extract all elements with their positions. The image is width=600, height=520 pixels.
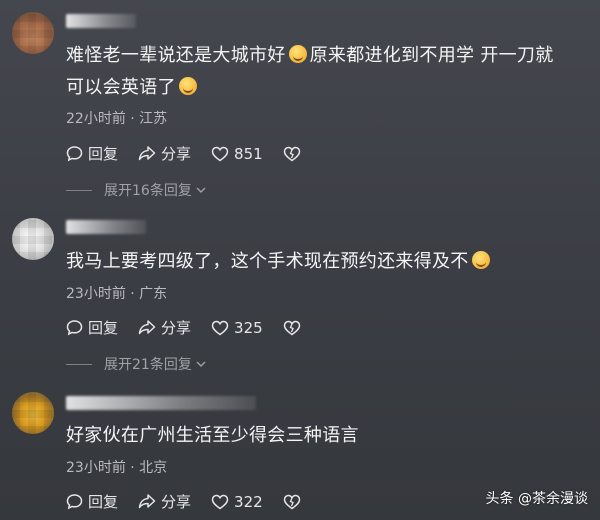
- expand-replies[interactable]: 展开21条回复: [66, 354, 207, 374]
- share-icon: [138, 494, 156, 509]
- dislike-button[interactable]: [283, 146, 306, 162]
- like-button[interactable]: 322: [211, 493, 263, 511]
- comment-meta: 22小时前 · 江苏: [66, 111, 168, 127]
- heart-icon: [211, 146, 229, 161]
- like-count: 325: [234, 318, 263, 337]
- emoji-icon: [288, 45, 307, 63]
- like-count: 322: [234, 492, 263, 511]
- username-blurred[interactable]: [66, 14, 136, 28]
- like-button[interactable]: 325: [211, 319, 263, 337]
- reply-icon: [66, 146, 83, 162]
- username-blurred[interactable]: [66, 220, 146, 234]
- comment-meta: 23小时前 · 广东: [66, 286, 168, 302]
- comment-text: 我马上要考四级了，这个手术现在预约还来得及不: [66, 246, 591, 278]
- share-button[interactable]: 分享: [138, 317, 191, 338]
- reply-icon: [66, 320, 83, 336]
- chevron-down-icon: [196, 361, 206, 367]
- dislike-icon: [283, 146, 300, 161]
- reply-button[interactable]: 回复: [66, 143, 118, 164]
- heart-icon: [211, 320, 229, 335]
- reply-button[interactable]: 回复: [66, 317, 118, 338]
- chevron-down-icon: [196, 187, 206, 193]
- divider: [66, 363, 92, 365]
- emoji-icon: [471, 251, 490, 269]
- comment-meta: 23小时前 · 北京: [66, 460, 168, 476]
- comment-actions: 回复 分享 325: [66, 317, 326, 338]
- reply-button[interactable]: 回复: [66, 491, 118, 512]
- like-button[interactable]: 851: [211, 145, 263, 163]
- comment-text: 好家伙在广州生活至少得会三种语言: [66, 425, 359, 446]
- share-button[interactable]: 分享: [138, 491, 191, 512]
- emoji-icon: [178, 77, 197, 95]
- share-button[interactable]: 分享: [138, 143, 191, 164]
- comment-text: 难怪老一辈说还是大城市好 原来都进化到不用学 开一刀就 可以会英语了: [66, 45, 554, 98]
- avatar[interactable]: [12, 392, 54, 434]
- username-blurred[interactable]: [66, 396, 256, 410]
- avatar[interactable]: [12, 218, 54, 260]
- share-icon: [138, 146, 156, 161]
- expand-replies[interactable]: 展开16条回复: [66, 180, 207, 200]
- dislike-button[interactable]: [283, 320, 306, 336]
- reply-icon: [66, 494, 83, 510]
- dislike-button[interactable]: [283, 494, 306, 510]
- avatar[interactable]: [12, 12, 54, 54]
- comment-actions: 回复 分享 322: [66, 491, 326, 512]
- divider: [66, 189, 92, 191]
- comment-actions: 回复 分享 851: [66, 143, 326, 164]
- watermark: 头条 @茶余漫谈: [485, 491, 588, 507]
- share-icon: [138, 320, 156, 335]
- heart-icon: [211, 494, 229, 509]
- dislike-icon: [283, 320, 300, 335]
- dislike-icon: [283, 494, 300, 509]
- like-count: 851: [234, 144, 263, 163]
